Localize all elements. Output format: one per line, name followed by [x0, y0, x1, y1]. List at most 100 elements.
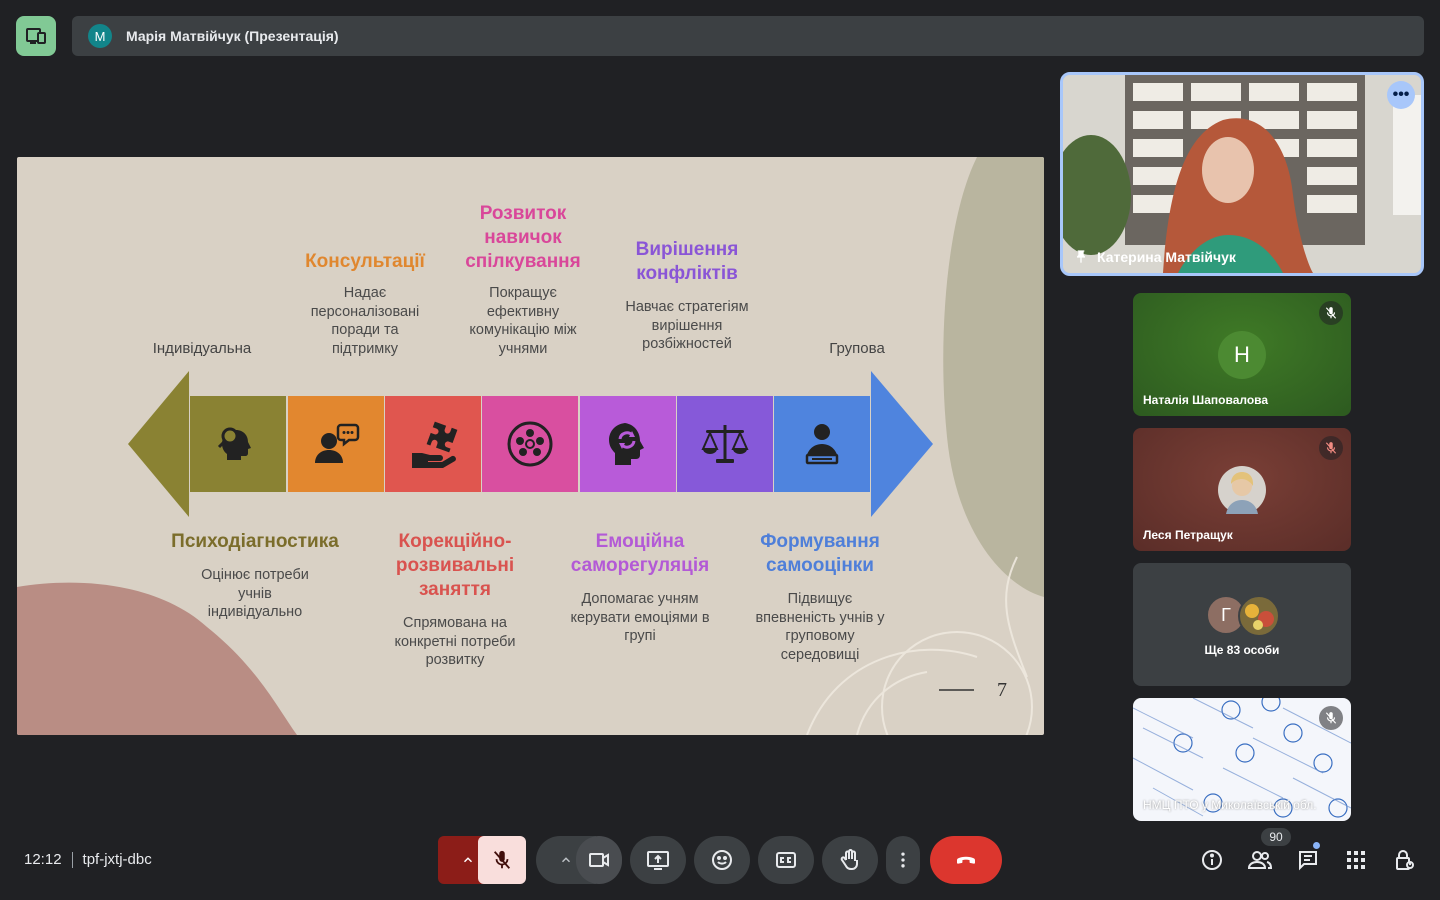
item-desc: Спрямована на конкретні потреби розвитку: [394, 615, 516, 668]
head-search-icon: [217, 427, 251, 460]
more-horizontal-icon: •••: [1392, 86, 1410, 103]
apps-grid-icon: [1347, 851, 1365, 869]
captions-icon: [776, 852, 796, 868]
layout-icon: [26, 28, 46, 44]
meeting-code[interactable]: tpf-jxtj-dbc: [83, 851, 152, 868]
end-call-icon: [957, 856, 975, 864]
participant-name: Леся Петращук: [1143, 528, 1233, 542]
chat-person-icon: [315, 423, 360, 463]
presentation-slide: 7 Індивідуальна Групова Консультації Над…: [17, 157, 1044, 735]
right-arrowhead: [871, 371, 933, 517]
label-individual: Індивідуальна: [152, 340, 252, 357]
chat-notification-dot: [1313, 842, 1320, 849]
others-avatar-photo: [1238, 595, 1280, 637]
mic-off-icon: [1325, 307, 1337, 319]
head-cycle-icon: [609, 423, 644, 465]
present-screen-icon: [647, 851, 669, 870]
mic-off-icon: [1325, 712, 1337, 724]
raise-hand-button[interactable]: [822, 836, 878, 884]
participant-tile[interactable]: Н Наталія Шаповалова: [1133, 293, 1351, 416]
item-title: Емоційна саморегуляція: [570, 531, 710, 576]
separator: [71, 851, 73, 868]
captions-button[interactable]: [758, 836, 814, 884]
layout-toggle-button[interactable]: [16, 16, 56, 56]
hand-icon: [840, 849, 858, 870]
more-options-button[interactable]: •••: [1387, 81, 1415, 109]
others-tile[interactable]: Г Ще 83 особи: [1133, 563, 1351, 686]
segment-emotional: [580, 396, 676, 492]
bottom-item-self-esteem: Формування самооцінки Підвищує впевненіс…: [745, 530, 895, 664]
participant-tile[interactable]: Леся Петращук: [1133, 428, 1351, 551]
bottom-item-correction: Корекційно-розвивальні заняття Спрямован…: [380, 530, 530, 670]
others-count-label: Ще 83 особи: [1204, 643, 1280, 657]
main-participant-label: Катерина Матвійчук: [1073, 249, 1236, 265]
chevron-up-icon: [561, 857, 571, 863]
item-title: Вирішення конфліктів: [635, 239, 739, 284]
pin-icon: [1077, 250, 1085, 263]
presenter-label: Марія Матвійчук (Презентація): [126, 28, 339, 44]
segment-conflicts: [677, 396, 773, 492]
mic-off-indicator: [1319, 436, 1343, 460]
more-options-button[interactable]: [886, 836, 920, 884]
leave-call-button[interactable]: [930, 836, 1002, 884]
host-controls-button[interactable]: [1389, 845, 1419, 875]
chat-button[interactable]: [1293, 845, 1323, 875]
mic-off-indicator: [1319, 301, 1343, 325]
reactions-button[interactable]: [694, 836, 750, 884]
mic-off-icon: [493, 850, 511, 869]
left-arrowhead: [128, 371, 189, 517]
segment-psychodiagnostics: [190, 396, 286, 492]
lock-person-icon: [1396, 850, 1414, 870]
main-participant-video[interactable]: ••• Катерина Матвійчук: [1060, 72, 1424, 276]
item-desc: Підвищує впевненість учнів у груповому с…: [755, 591, 885, 663]
chevron-up-icon: [463, 857, 473, 863]
segment-self-esteem: [774, 396, 870, 492]
item-desc: Покращує ефективну комунікацію між учням…: [469, 285, 577, 357]
activities-button[interactable]: [1341, 845, 1371, 875]
top-item-communication: Розвиток навичок спілкування Покращує еф…: [445, 202, 601, 358]
segment-communication: [482, 396, 578, 492]
participant-avatar: Н: [1218, 331, 1266, 379]
participant-name: НМЦ ПТО у Миколаївській обл.: [1143, 798, 1317, 812]
top-item-conflicts: Вирішення конфліктів Навчає стратегіям в…: [611, 238, 763, 354]
top-item-consultations: Консультації Надає персоналізовані порад…: [285, 250, 445, 358]
item-desc: Надає персоналізовані поради та підтримк…: [310, 285, 420, 357]
chat-icon: [1299, 851, 1317, 871]
more-vertical-icon: [901, 852, 905, 868]
item-title: Формування самооцінки: [760, 531, 880, 576]
student-icon: [805, 424, 839, 465]
hand-puzzle-icon: [412, 421, 458, 468]
item-title: Психодіагностика: [171, 531, 339, 552]
segment-correction: [385, 396, 481, 492]
group-circle-icon: [507, 421, 553, 467]
microphone-button[interactable]: [478, 836, 526, 884]
meeting-info: 12:12 tpf-jxtj-dbc: [24, 851, 152, 868]
people-icon: [1247, 851, 1273, 869]
meeting-details-button[interactable]: [1197, 845, 1227, 875]
participant-count-badge: 90: [1261, 828, 1291, 846]
emoji-icon: [712, 850, 732, 870]
bottom-item-emotional: Емоційна саморегуляція Допомагає учням к…: [557, 530, 723, 646]
mic-off-icon: [1325, 442, 1337, 454]
segment-consultations: [288, 396, 384, 492]
participant-avatar: [1218, 466, 1266, 514]
participant-name: Катерина Матвійчук: [1097, 249, 1236, 265]
present-screen-button[interactable]: [630, 836, 686, 884]
item-title: Розвиток навичок спілкування: [465, 203, 581, 272]
participant-tile[interactable]: НМЦ ПТО у Миколаївській обл.: [1133, 698, 1351, 821]
people-button[interactable]: [1245, 845, 1275, 875]
presenter-avatar: M: [88, 24, 112, 48]
participant-name: Наталія Шаповалова: [1143, 393, 1269, 407]
item-desc: Навчає стратегіям вирішення розбіжностей: [625, 299, 749, 352]
camera-button[interactable]: [576, 836, 622, 884]
item-desc: Оцінює потреби учнів індивідуально: [201, 567, 309, 620]
slide-page-number: 7: [997, 679, 1007, 701]
presenter-bar[interactable]: M Марія Матвійчук (Презентація): [72, 16, 1424, 56]
item-desc: Допомагає учням керувати емоціями в груп…: [570, 591, 710, 644]
video-background: [1063, 75, 1421, 273]
item-title: Корекційно-розвивальні заняття: [395, 531, 515, 600]
camera-icon: [589, 853, 609, 867]
label-group: Групова: [829, 340, 885, 357]
bottom-item-psychodiagnostics: Психодіагностика Оцінює потреби учнів ін…: [165, 530, 345, 622]
clock: 12:12: [24, 851, 62, 868]
